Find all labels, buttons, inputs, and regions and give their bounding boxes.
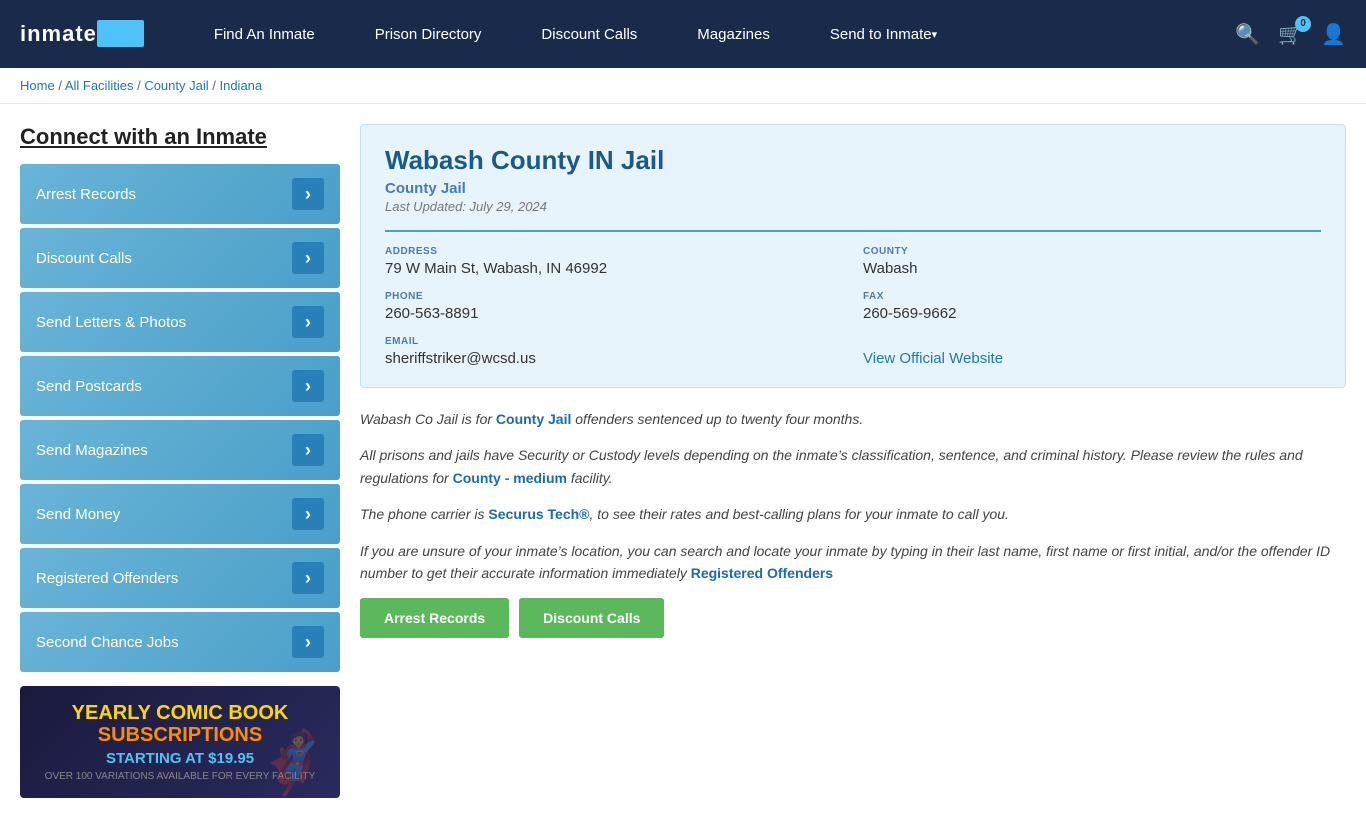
sidebar-item-label: Send Postcards xyxy=(36,378,142,395)
nav-prison-directory[interactable]: Prison Directory xyxy=(345,0,512,68)
chevron-right-icon: › xyxy=(292,626,324,658)
fax-label: FAX xyxy=(863,291,1321,302)
cart-badge: 0 xyxy=(1295,16,1311,32)
sidebar: Connect with an Inmate Arrest Records › … xyxy=(20,124,340,798)
fax-field: FAX 260-569-9662 xyxy=(863,291,1321,322)
sidebar-item-discount-calls[interactable]: Discount Calls › xyxy=(20,228,340,288)
sidebar-item-label: Send Letters & Photos xyxy=(36,314,186,331)
facility-info-grid: ADDRESS 79 W Main St, Wabash, IN 46992 C… xyxy=(385,230,1321,367)
desc-para2: All prisons and jails have Security or C… xyxy=(360,444,1346,489)
address-field: ADDRESS 79 W Main St, Wabash, IN 46992 xyxy=(385,246,843,277)
securus-tech-link[interactable]: Securus Tech® xyxy=(488,506,589,522)
comic-hero-icon: 🦸 xyxy=(255,727,330,798)
chevron-right-icon: › xyxy=(292,434,324,466)
sidebar-item-send-magazines[interactable]: Send Magazines › xyxy=(20,420,340,480)
desc-para1: Wabash Co Jail is for County Jail offend… xyxy=(360,408,1346,430)
county-medium-link[interactable]: County - medium xyxy=(453,470,567,486)
registered-offenders-link[interactable]: Registered Offenders xyxy=(691,565,833,581)
sidebar-item-label: Send Money xyxy=(36,506,120,523)
address-value: 79 W Main St, Wabash, IN 46992 xyxy=(385,260,843,277)
email-label: EMAIL xyxy=(385,336,843,347)
chevron-right-icon: › xyxy=(292,242,324,274)
discount-calls-button[interactable]: Discount Calls xyxy=(519,598,664,638)
address-label: ADDRESS xyxy=(385,246,843,257)
sidebar-item-send-money[interactable]: Send Money › xyxy=(20,484,340,544)
county-jail-link[interactable]: County Jail xyxy=(496,411,571,427)
email-value: sheriffstriker@wcsd.us xyxy=(385,350,843,367)
sidebar-item-label: Second Chance Jobs xyxy=(36,634,179,651)
county-value: Wabash xyxy=(863,260,1321,277)
desc-para3: The phone carrier is Securus Tech®, to s… xyxy=(360,503,1346,525)
chevron-right-icon: › xyxy=(292,562,324,594)
view-official-website-link[interactable]: View Official Website xyxy=(863,350,1003,367)
logo-text: inmateAID xyxy=(20,21,144,47)
facility-header-card: Wabash County IN Jail County Jail Last U… xyxy=(360,124,1346,388)
sidebar-title: Connect with an Inmate xyxy=(20,124,340,150)
sidebar-item-label: Registered Offenders xyxy=(36,570,178,587)
chevron-right-icon: › xyxy=(292,178,324,210)
nav-send-to-inmate[interactable]: Send to Inmate xyxy=(800,0,967,68)
email-field: EMAIL sheriffstriker@wcsd.us xyxy=(385,336,843,367)
desc-para4: If you are unsure of your inmate’s locat… xyxy=(360,540,1346,585)
logo[interactable]: inmateAID xyxy=(20,21,144,47)
breadcrumb-indiana[interactable]: Indiana xyxy=(219,78,262,93)
ad-banner[interactable]: YEARLY COMIC BOOK SUBSCRIPTIONS STARTING… xyxy=(20,686,340,798)
cart-icon[interactable]: 🛒 0 xyxy=(1278,22,1303,47)
sidebar-item-label: Send Magazines xyxy=(36,442,148,459)
sidebar-item-label: Discount Calls xyxy=(36,250,132,267)
breadcrumb-county-jail[interactable]: County Jail xyxy=(144,78,208,93)
chevron-right-icon: › xyxy=(292,498,324,530)
facility-type: County Jail xyxy=(385,180,1321,197)
county-label: COUNTY xyxy=(863,246,1321,257)
breadcrumb: Home / All Facilities / County Jail / In… xyxy=(0,68,1366,104)
search-icon[interactable]: 🔍 xyxy=(1235,22,1260,47)
breadcrumb-home[interactable]: Home xyxy=(20,78,55,93)
facility-name: Wabash County IN Jail xyxy=(385,145,1321,176)
website-field: View Official Website xyxy=(863,336,1321,367)
main-content: Wabash County IN Jail County Jail Last U… xyxy=(360,124,1346,798)
fax-value: 260-569-9662 xyxy=(863,305,1321,322)
phone-value: 260-563-8891 xyxy=(385,305,843,322)
sidebar-item-send-postcards[interactable]: Send Postcards › xyxy=(20,356,340,416)
header-icons: 🔍 🛒 0 👤 xyxy=(1235,22,1346,47)
header: inmateAID Find An Inmate Prison Director… xyxy=(0,0,1366,68)
nav-find-inmate[interactable]: Find An Inmate xyxy=(184,0,345,68)
chevron-right-icon: › xyxy=(292,370,324,402)
sidebar-item-second-chance-jobs[interactable]: Second Chance Jobs › xyxy=(20,612,340,672)
sidebar-item-registered-offenders[interactable]: Registered Offenders › xyxy=(20,548,340,608)
website-spacer xyxy=(863,336,1321,347)
nav-magazines[interactable]: Magazines xyxy=(667,0,800,68)
phone-field: PHONE 260-563-8891 xyxy=(385,291,843,322)
facility-description: Wabash Co Jail is for County Jail offend… xyxy=(360,408,1346,584)
nav-discount-calls[interactable]: Discount Calls xyxy=(511,0,667,68)
arrest-records-button[interactable]: Arrest Records xyxy=(360,598,509,638)
ad-price: STARTING AT $19.95 xyxy=(106,750,254,767)
phone-label: PHONE xyxy=(385,291,843,302)
user-icon[interactable]: 👤 xyxy=(1321,22,1346,47)
county-field: COUNTY Wabash xyxy=(863,246,1321,277)
sidebar-menu: Arrest Records › Discount Calls › Send L… xyxy=(20,164,340,672)
sidebar-item-send-letters[interactable]: Send Letters & Photos › xyxy=(20,292,340,352)
bottom-buttons: Arrest Records Discount Calls xyxy=(360,598,1346,638)
breadcrumb-all-facilities[interactable]: All Facilities xyxy=(65,78,134,93)
main-nav: Find An Inmate Prison Directory Discount… xyxy=(184,0,1235,68)
sidebar-item-label: Arrest Records xyxy=(36,186,136,203)
sidebar-item-arrest-records[interactable]: Arrest Records › xyxy=(20,164,340,224)
chevron-right-icon: › xyxy=(292,306,324,338)
facility-last-updated: Last Updated: July 29, 2024 xyxy=(385,199,1321,214)
main-layout: Connect with an Inmate Arrest Records › … xyxy=(0,104,1366,818)
